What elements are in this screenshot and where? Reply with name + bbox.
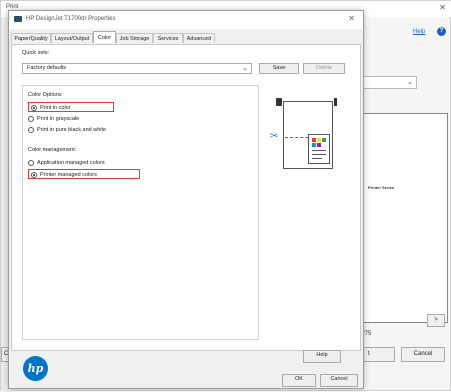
text-line-icon — [312, 158, 322, 159]
paper-preview-illustration: ✂ — [268, 94, 348, 174]
print-in-grayscale-label: Print in grayscale — [37, 116, 80, 122]
color-swatch-red — [312, 138, 316, 142]
printer-managed-label: Printer managed colors — [40, 172, 97, 178]
printer-select[interactable]: ⌄ — [363, 76, 417, 89]
printer-icon — [14, 16, 22, 22]
tab-color[interactable]: Color — [93, 31, 116, 43]
color-print-icon — [308, 134, 330, 164]
delete-button[interactable]: Delete — [303, 63, 345, 74]
radio-checked-icon[interactable] — [31, 105, 37, 111]
help-button[interactable]: Help — [303, 350, 341, 363]
color-swatch-purple — [317, 143, 321, 147]
chevron-down-icon: ⌄ — [407, 79, 413, 86]
print-black-white-label: Print in pure black and white — [37, 127, 107, 133]
radio-icon[interactable] — [28, 160, 34, 166]
tab-layout-output[interactable]: Layout/Output — [51, 33, 93, 43]
quick-sets-value: Factory defaults — [27, 65, 67, 71]
color-tab-panel: Quick sets: Factory defaults ⌄ Save Dele… — [11, 44, 361, 351]
print-black-white-option[interactable]: Print in pure black and white — [28, 125, 188, 135]
help-icon[interactable]: ? — [437, 27, 446, 36]
radio-icon[interactable] — [28, 127, 34, 133]
page-number: /75 — [363, 331, 372, 337]
scissors-icon: ✂ — [270, 131, 279, 142]
hp-logo: hp — [23, 356, 48, 381]
tab-services[interactable]: Services — [153, 33, 183, 43]
close-icon[interactable]: ✕ — [348, 14, 355, 23]
radio-checked-icon[interactable] — [31, 172, 37, 178]
next-page-button[interactable]: > — [427, 314, 445, 327]
close-icon[interactable]: ✕ — [439, 3, 446, 12]
preview-text: Printer Series — [368, 185, 395, 190]
application-managed-option[interactable]: Application managed colors — [28, 158, 168, 168]
dialog-titlebar: HP DesignJet T1700dr Properties ✕ — [9, 11, 363, 29]
help-link[interactable]: Help — [413, 29, 425, 35]
quick-sets-label: Quick sets: — [22, 50, 50, 56]
bg-cancel-button[interactable]: Cancel — [401, 347, 445, 362]
ok-button[interactable]: OK — [282, 374, 316, 387]
color-options-title: Color Options — [28, 92, 62, 98]
print-preview: Printer Series — [363, 113, 448, 323]
print-in-grayscale-option[interactable]: Print in grayscale — [28, 114, 148, 124]
color-management-title: Color management: — [28, 147, 77, 153]
properties-dialog: HP DesignJet T1700dr Properties ✕ Paper/… — [8, 10, 364, 389]
tab-job-storage[interactable]: Job Storage — [116, 33, 153, 43]
cancel-button[interactable]: Cancel — [320, 374, 358, 387]
tab-advanced[interactable]: Advanced — [183, 33, 215, 43]
quick-sets-select[interactable]: Factory defaults ⌄ — [22, 63, 252, 74]
roll-spindle-icon — [276, 98, 282, 106]
text-line-icon — [312, 150, 326, 151]
print-in-color-option[interactable]: Print in color — [28, 102, 114, 112]
dialog-title: HP DesignJet T1700dr Properties — [26, 16, 116, 22]
bg-ok-button[interactable]: t — [363, 347, 395, 362]
printer-managed-option[interactable]: Printer managed colors — [28, 169, 140, 179]
print-in-color-label: Print in color — [40, 105, 71, 111]
save-button[interactable]: Save — [259, 63, 299, 74]
color-swatch-blue — [312, 143, 316, 147]
color-swatch-yellow — [317, 138, 321, 142]
application-managed-label: Application managed colors — [37, 160, 105, 166]
tab-paper-quality[interactable]: Paper/Quality — [11, 33, 51, 43]
radio-icon[interactable] — [28, 116, 34, 122]
roll-spindle-icon — [334, 98, 337, 106]
color-options-group: Color Options Print in color Print in gr… — [22, 85, 259, 340]
color-swatch-green — [322, 138, 326, 142]
chevron-down-icon: ⌄ — [242, 65, 248, 72]
text-line-icon — [312, 154, 326, 155]
